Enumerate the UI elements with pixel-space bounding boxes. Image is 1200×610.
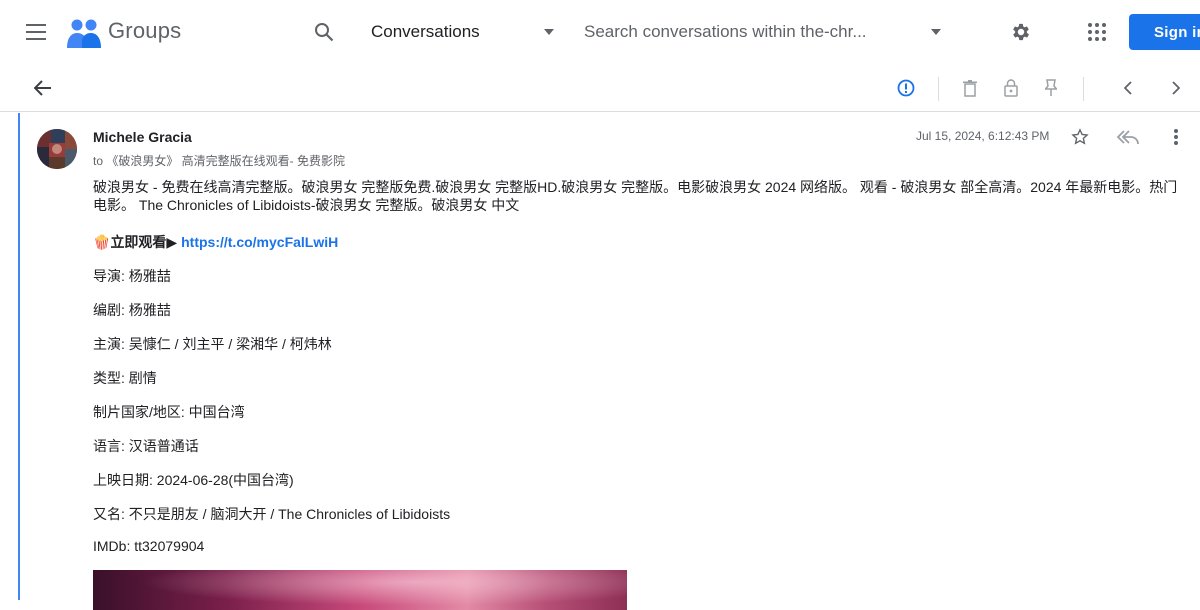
conversation-toolbar [0, 64, 1200, 112]
watch-now-link[interactable]: https://t.co/mycFalLwiH [181, 234, 338, 250]
thread-selected-border [18, 113, 20, 600]
detail-cast: 主演: 吴慷仁 / 刘主平 / 梁湘华 / 柯炜林 [93, 336, 332, 352]
gear-icon [1013, 23, 1029, 41]
more-vert-icon [1174, 129, 1178, 145]
groups-logo-icon [67, 19, 101, 48]
detail-writer: 编剧: 杨雅喆 [93, 302, 171, 318]
report-info-icon [897, 79, 915, 97]
poster-highlight [93, 570, 627, 610]
search-options-dropdown[interactable] [926, 26, 946, 38]
sign-in-button[interactable]: Sign in [1129, 14, 1200, 50]
pin-button[interactable] [1031, 68, 1071, 108]
previous-conversation-button[interactable] [1108, 68, 1148, 108]
detail-genre: 类型: 剧情 [93, 370, 157, 386]
apps-launcher-button[interactable] [1077, 12, 1117, 52]
chevron-down-icon [931, 29, 941, 35]
star-button[interactable] [1066, 123, 1094, 151]
detail-release-date: 上映日期: 2024-06-28(中国台湾) [93, 472, 294, 488]
groups-logo-link[interactable] [66, 17, 102, 49]
main-menu-button[interactable] [16, 12, 56, 52]
watch-now-line: 🍿立即观看▶ https://t.co/mycFalLwiH [93, 232, 338, 252]
star-outline-icon [1071, 128, 1089, 145]
chevron-left-icon [1124, 81, 1132, 95]
avatar[interactable] [37, 129, 77, 169]
message-timestamp: Jul 15, 2024, 6:12:43 PM [916, 129, 1050, 143]
watch-now-label: 立即观看▶ [110, 234, 178, 250]
lock-button[interactable] [991, 68, 1031, 108]
message-intro: 破浪男女 - 免费在线高清完整版。破浪男女 完整版免费.破浪男女 完整版HD.破… [93, 179, 1178, 213]
recipient-line: to 《破浪男女》 高清完整版在线观看- 免费影院 [93, 154, 346, 168]
dropdown-caret-icon [544, 29, 554, 35]
detail-aka: 又名: 不只是朋友 / 脑洞大开 / The Chronicles of Lib… [93, 506, 451, 522]
detail-language: 语言: 汉语普通话 [93, 438, 199, 454]
detail-imdb: IMDb: tt32079904 [93, 538, 205, 554]
popcorn-emoji: 🍿 [93, 234, 111, 250]
brand-title: Groups [108, 18, 182, 43]
lock-icon [1004, 79, 1018, 97]
top-app-bar: Groups Conversations Sign in [0, 0, 1200, 64]
search-icon [315, 23, 334, 42]
arrow-back-icon [34, 80, 51, 96]
trash-icon [963, 79, 977, 97]
detail-country: 制片国家/地区: 中国台湾 [93, 404, 245, 420]
toolbar-divider [938, 77, 939, 101]
report-button[interactable] [886, 68, 926, 108]
search-input[interactable] [584, 16, 914, 48]
more-options-button[interactable] [1162, 123, 1190, 151]
search-button[interactable] [304, 12, 344, 52]
reply-all-icon [1117, 130, 1139, 145]
detail-director: 导演: 杨雅喆 [93, 268, 171, 284]
pin-icon [1045, 79, 1057, 96]
search-scope-dropdown[interactable]: Conversations [371, 20, 561, 44]
hamburger-menu-icon [26, 24, 46, 40]
back-button[interactable] [23, 68, 63, 108]
user-avatar-image [37, 129, 77, 169]
reply-all-button[interactable] [1114, 123, 1142, 151]
sender-name[interactable]: Michele Gracia [93, 129, 192, 145]
settings-button[interactable] [1001, 12, 1041, 52]
next-conversation-button[interactable] [1156, 68, 1196, 108]
toolbar-divider [1083, 77, 1084, 101]
search-scope-label: Conversations [371, 22, 480, 41]
movie-poster-image [93, 570, 627, 610]
chevron-right-icon [1172, 81, 1180, 95]
apps-grid-icon [1088, 23, 1106, 41]
delete-button[interactable] [950, 68, 990, 108]
